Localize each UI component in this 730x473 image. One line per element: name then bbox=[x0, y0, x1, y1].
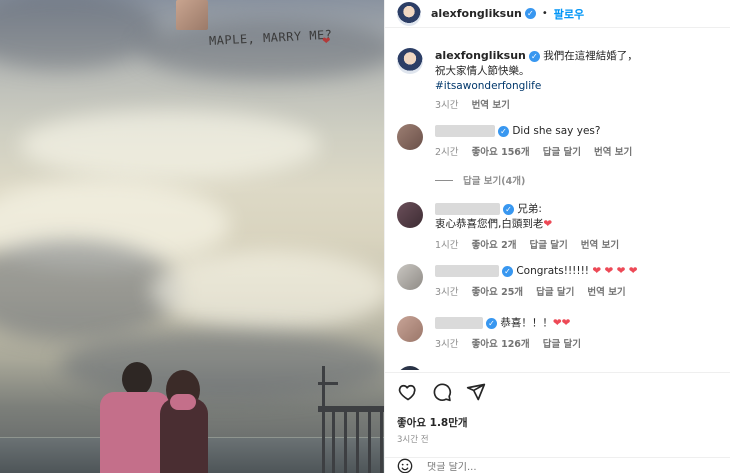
comment-username-blurred[interactable] bbox=[435, 265, 499, 277]
view-replies-label: 답글 보기(4개) bbox=[463, 176, 526, 187]
caption-translate-link[interactable]: 번역 보기 bbox=[472, 100, 510, 111]
comment-likes[interactable]: 좋아요 156개 bbox=[472, 147, 530, 158]
comments-list[interactable]: alexfongliksun ✓ 我們在這裡結婚了， 祝大家情人節快樂。 #its… bbox=[385, 38, 730, 370]
caption-username[interactable]: alexfongliksun bbox=[435, 49, 526, 62]
add-comment-input[interactable] bbox=[427, 462, 627, 473]
comment-text-line1: 兄弟: bbox=[517, 203, 542, 215]
comment-avatar[interactable] bbox=[397, 124, 423, 150]
comment-time: 3시간 bbox=[435, 339, 459, 350]
heart-emoji: ❤ bbox=[543, 218, 553, 230]
comment-text: Congrats!!!!!! bbox=[516, 265, 590, 277]
caption-avatar[interactable] bbox=[397, 48, 423, 74]
comment-likes[interactable]: 좋아요 2개 bbox=[472, 240, 517, 251]
share-icon[interactable] bbox=[465, 381, 487, 403]
comment-reply-link[interactable]: 답글 달기 bbox=[536, 287, 574, 298]
caption-text-line1: 我們在這裡結婚了， bbox=[543, 50, 638, 62]
post-footer: 좋아요 1.8만개 3시간 전 bbox=[385, 372, 730, 473]
comment-likes[interactable]: 좋아요 25개 bbox=[472, 287, 524, 298]
comment-username-blurred[interactable] bbox=[435, 125, 495, 137]
comment-avatar[interactable] bbox=[397, 264, 423, 290]
heart-emojis: ❤❤ bbox=[552, 317, 571, 329]
action-bar bbox=[397, 381, 487, 403]
emoji-icon[interactable] bbox=[397, 458, 413, 473]
verified-icon: ✓ bbox=[498, 125, 509, 137]
comment-reply-link[interactable]: 답글 달기 bbox=[543, 147, 581, 158]
caption-time: 3시간 bbox=[435, 100, 459, 111]
follow-button[interactable]: 팔로우 bbox=[554, 6, 584, 22]
comment-item: ✓ Did she say yes? 2시간 좋아요 156개 답글 달기 번역… bbox=[397, 124, 715, 160]
comment-item-partial bbox=[397, 366, 423, 370]
verified-icon: ✓ bbox=[524, 8, 536, 19]
caption-text-line2: 祝大家情人節快樂。 bbox=[435, 65, 530, 77]
separator-dot: • bbox=[541, 8, 548, 19]
comment-avatar[interactable] bbox=[397, 366, 423, 370]
caption: alexfongliksun ✓ 我們在這裡結婚了， 祝大家情人節快樂。 #its… bbox=[397, 48, 715, 113]
comment-translate-link[interactable]: 번역 보기 bbox=[594, 147, 632, 158]
pier bbox=[318, 366, 384, 473]
verified-icon: ✓ bbox=[528, 50, 540, 62]
heart-emojis: ❤ ❤ ❤ ❤ bbox=[592, 265, 638, 277]
post-time: 3시간 전 bbox=[397, 435, 429, 445]
comment-likes[interactable]: 좋아요 126개 bbox=[472, 339, 530, 350]
add-comment-bar bbox=[385, 457, 730, 473]
caption-hashtag[interactable]: #itsawonderfonglife bbox=[435, 80, 541, 92]
comment-reply-link[interactable]: 답글 달기 bbox=[529, 240, 567, 251]
post-panel: alexfongliksun ✓ • 팔로우 alexfongliksun ✓ 我… bbox=[384, 0, 730, 473]
verified-icon: ✓ bbox=[502, 265, 513, 277]
comment-time: 2시간 bbox=[435, 147, 459, 158]
comment-item: ✓ Congrats!!!!!! ❤ ❤ ❤ ❤ 3시간 좋아요 25개 답글 … bbox=[397, 264, 715, 300]
likes-count[interactable]: 좋아요 1.8만개 bbox=[397, 415, 468, 430]
verified-icon: ✓ bbox=[486, 317, 497, 329]
comment-avatar[interactable] bbox=[397, 316, 423, 342]
heart-icon[interactable] bbox=[397, 381, 419, 403]
comment-item: ✓ 兄弟: 衷心恭喜您們,白頭到老❤ 1시간 좋아요 2개 답글 달기 번역 보… bbox=[397, 202, 715, 253]
comment-reply-link[interactable]: 답글 달기 bbox=[543, 339, 581, 350]
post-viewer: MAPLE, MARRY ME? ❤ alexfongliksun ✓ • 팔로… bbox=[0, 0, 730, 473]
replies-line bbox=[435, 179, 453, 181]
post-header: alexfongliksun ✓ • 팔로우 bbox=[385, 0, 730, 28]
comment-icon[interactable] bbox=[431, 381, 453, 403]
comment-username-blurred[interactable] bbox=[435, 317, 483, 329]
comment-username-blurred[interactable] bbox=[435, 203, 500, 215]
author-username[interactable]: alexfongliksun bbox=[431, 7, 522, 20]
post-photo[interactable]: MAPLE, MARRY ME? ❤ bbox=[0, 0, 384, 473]
comment-translate-link[interactable]: 번역 보기 bbox=[587, 287, 625, 298]
comment-text: Did she say yes? bbox=[512, 125, 601, 137]
comment-item: ✓ 恭喜！！！❤❤ 3시간 좋아요 126개 답글 달기 bbox=[397, 316, 715, 352]
banner-heart-icon: ❤ bbox=[322, 36, 331, 47]
verified-icon: ✓ bbox=[503, 203, 514, 215]
banner-photo bbox=[176, 0, 208, 30]
comment-text: 恭喜！！！ bbox=[500, 317, 553, 329]
comment-avatar[interactable] bbox=[397, 202, 423, 228]
view-replies-button[interactable]: 답글 보기(4개) bbox=[435, 173, 525, 187]
comment-text-line2: 衷心恭喜您們,白頭到老 bbox=[435, 218, 544, 230]
comment-time: 1시간 bbox=[435, 240, 459, 251]
comment-translate-link[interactable]: 번역 보기 bbox=[581, 240, 619, 251]
comment-time: 3시간 bbox=[435, 287, 459, 298]
author-avatar[interactable] bbox=[397, 1, 421, 26]
